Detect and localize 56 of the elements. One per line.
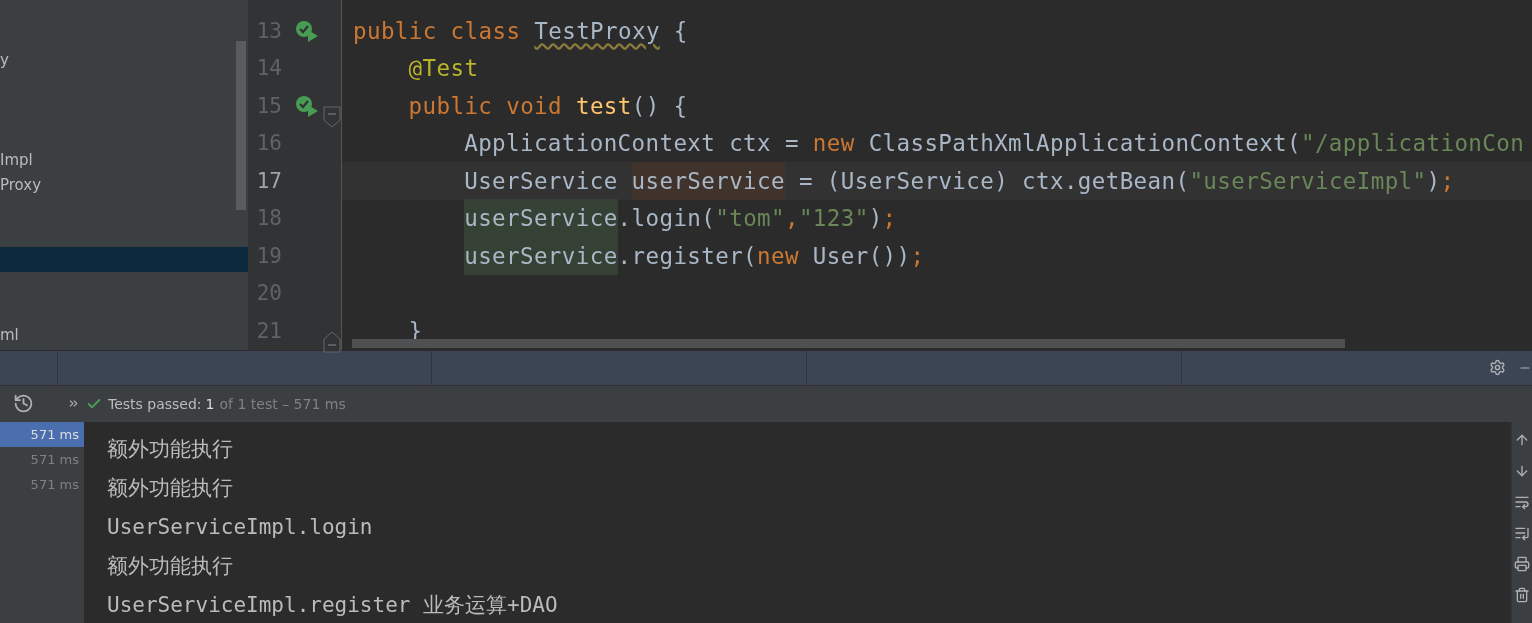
code-token: = (UserService) ctx.getBean( <box>797 167 1190 194</box>
console-line: 额外功能执行 <box>107 475 233 502</box>
code-token: UserService <box>464 167 619 194</box>
tree-row[interactable]: Impl <box>0 147 248 172</box>
code-token: User()) <box>811 242 911 269</box>
tree-item-label: y <box>0 50 9 69</box>
code-token: ; <box>910 242 925 269</box>
tree-row[interactable]: Proxy <box>0 172 248 197</box>
tree-item-label: Impl <box>0 150 33 169</box>
code-token: { <box>672 17 688 44</box>
code-token: ; <box>882 205 897 232</box>
code-token: "123" <box>798 205 869 232</box>
code-token: .login( <box>617 205 716 232</box>
code-token: .register( <box>617 242 758 269</box>
tree-item-label: Proxy <box>0 175 42 194</box>
print-icon[interactable] <box>1514 555 1530 572</box>
code-token: test <box>575 92 632 119</box>
console-line: 额外功能执行 <box>107 553 233 580</box>
code-token: new <box>757 242 799 269</box>
code-token: ClassPathXmlApplicationContext( <box>867 130 1301 157</box>
code-token: "tom" <box>715 205 785 232</box>
tree-row[interactable]: y <box>0 47 248 72</box>
run-test-icon[interactable] <box>294 18 320 43</box>
passed-count: 1 <box>205 395 215 412</box>
code-token: ApplicationContext ctx = <box>464 130 800 157</box>
code-token: "userServiceImpl" <box>1189 167 1427 194</box>
code-token: TestProxy <box>534 17 660 44</box>
run-test-icon[interactable] <box>294 93 320 118</box>
settings-icon[interactable] <box>1489 359 1506 376</box>
code-token: ) <box>1426 167 1441 194</box>
tree-item-label: ml <box>0 325 19 344</box>
code-token: public class <box>353 17 522 44</box>
code-token: @Test <box>408 55 479 82</box>
test-duration[interactable]: 571 ms <box>0 421 84 447</box>
console-line: 额外功能执行 <box>107 436 233 463</box>
code-token: ; <box>1440 167 1455 194</box>
code-token: () { <box>631 92 688 119</box>
console-line: UserServiceImpl.login <box>107 515 373 539</box>
line-number: 17 <box>255 168 282 193</box>
code-token: , <box>784 205 799 232</box>
code-token: new <box>812 130 855 157</box>
chevrons-icon[interactable] <box>67 397 80 410</box>
scrollbar[interactable] <box>352 338 1345 348</box>
code-token: userService <box>631 161 785 200</box>
console-line: UserServiceImpl.register 业务运算+DAO <box>107 592 558 619</box>
code-token: public void <box>408 92 563 119</box>
trash-icon[interactable] <box>1514 586 1530 603</box>
scrollbar[interactable] <box>236 41 246 210</box>
history-icon[interactable] <box>13 393 34 414</box>
tree-row[interactable]: ml <box>0 322 248 347</box>
code-token: userService <box>464 236 618 275</box>
code-token: ) <box>868 205 883 232</box>
code-token: userService <box>464 199 618 238</box>
test-summary: of 1 test – 571 ms <box>219 395 346 412</box>
code-token: "/applicationCon <box>1300 130 1525 157</box>
test-status: Tests passed: <box>108 395 202 412</box>
